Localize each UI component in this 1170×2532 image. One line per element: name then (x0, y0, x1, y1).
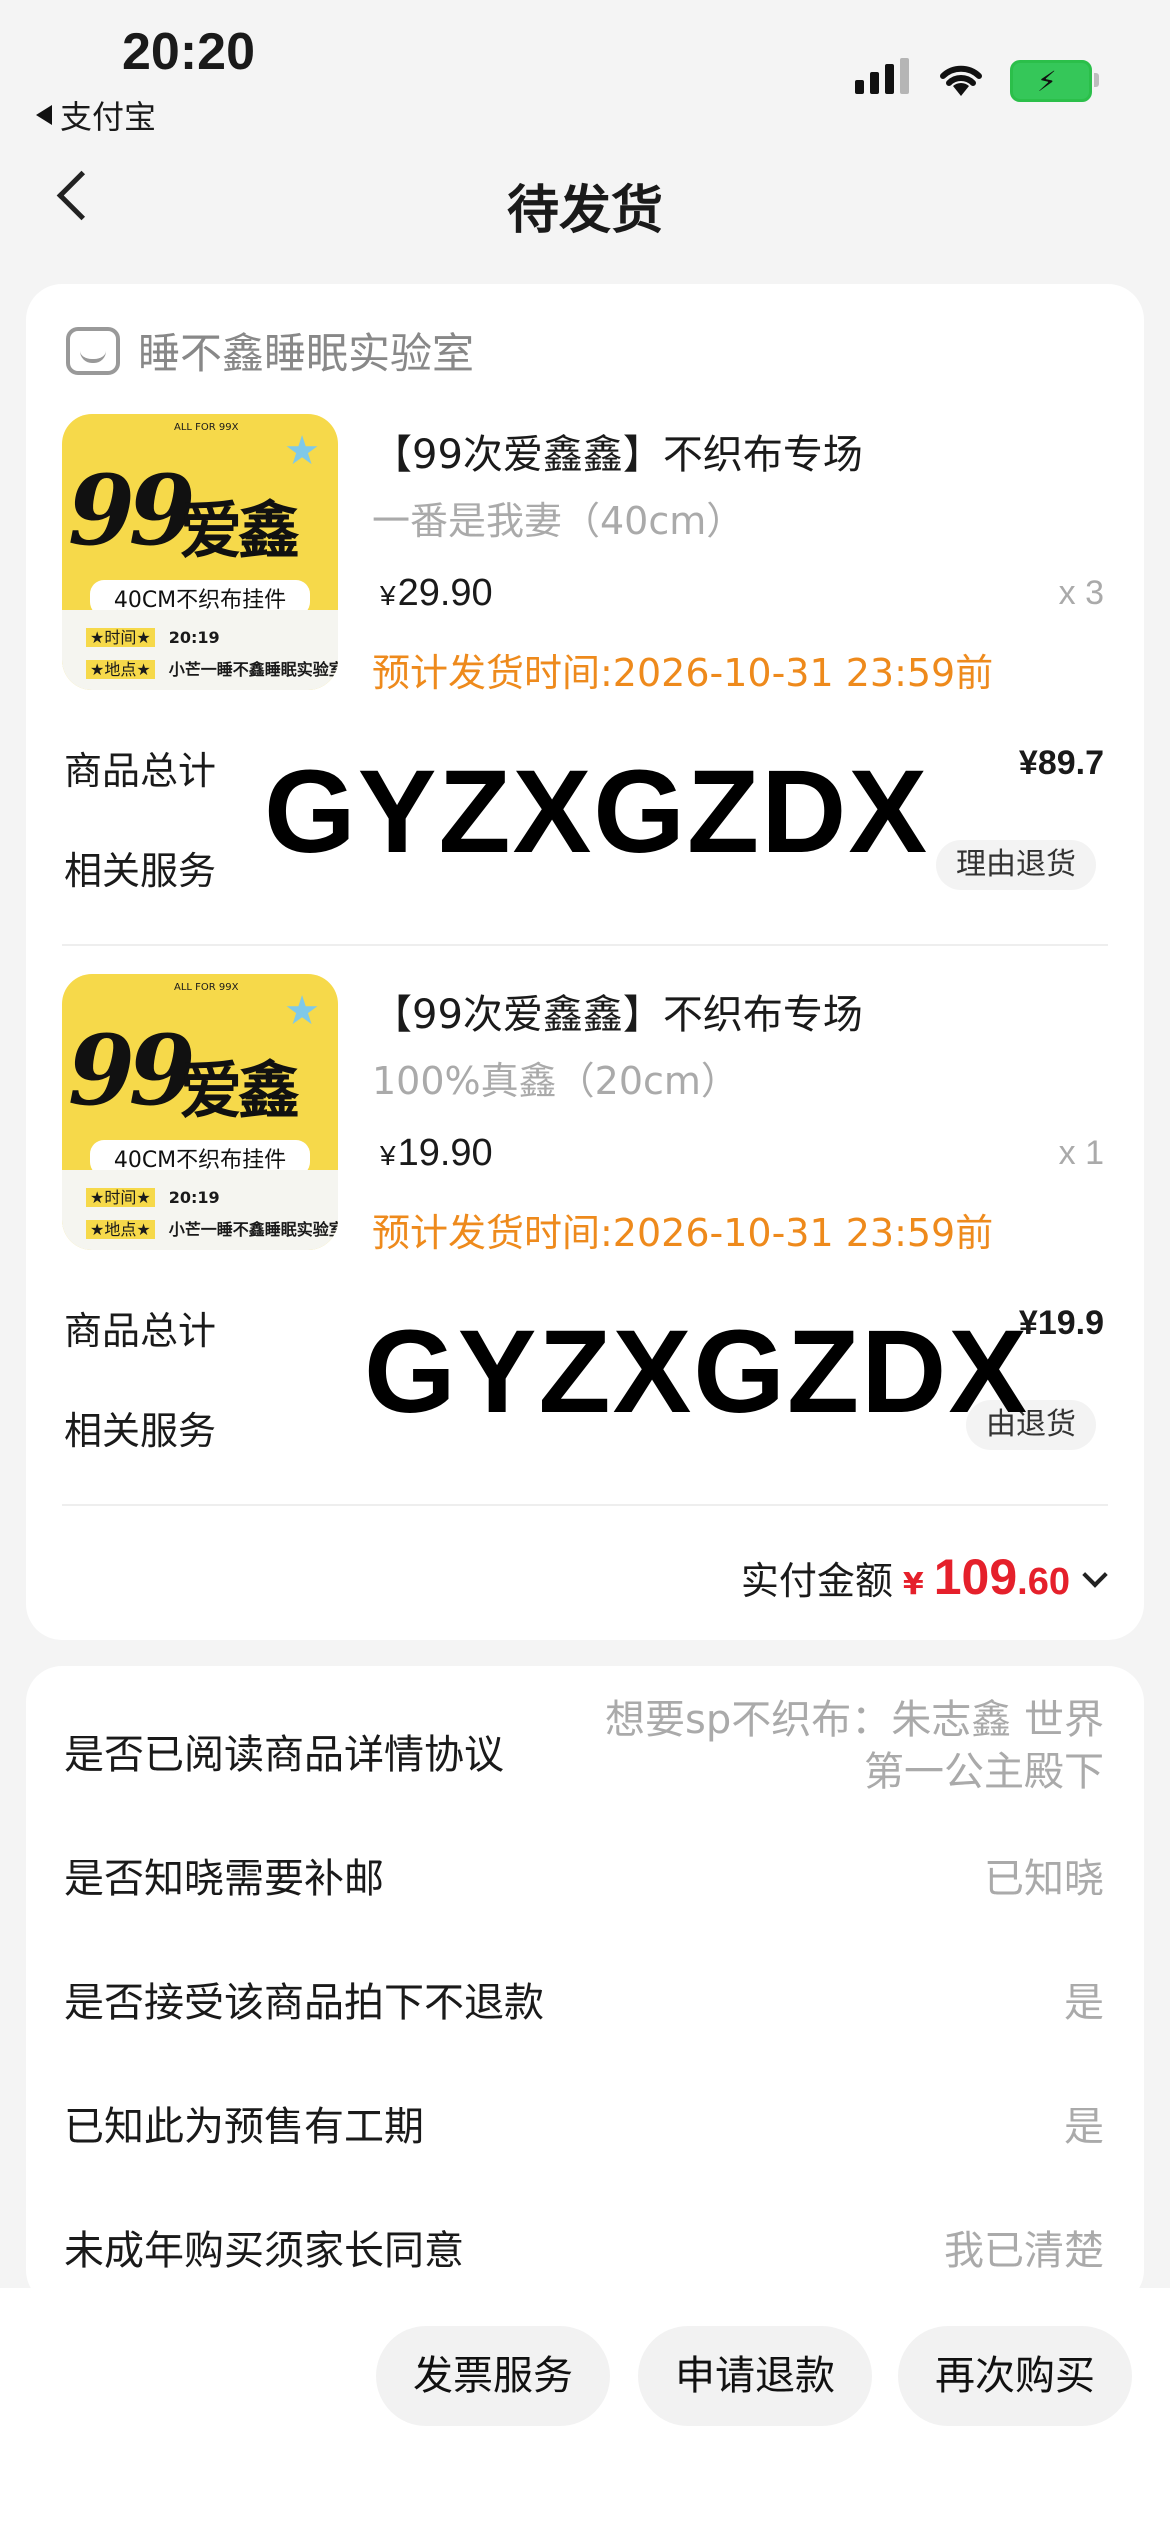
thumb-info: ★时间★ 20:19 ★地点★ 小芒一睡不鑫睡眠实验室 (62, 610, 338, 690)
thumb-tag: ALL FOR 99X (174, 422, 239, 433)
nav-bar: 待发货 (0, 150, 1170, 260)
product-qty: x 3 (1058, 574, 1104, 612)
note-answer: 已知晓 (984, 1856, 1104, 1902)
product-thumbnail[interactable]: ALL FOR 99X 99 爱鑫鑫 ★ 40CM不织布挂件 ★时间★20:19… (62, 414, 338, 690)
bottom-action-bar: 发票服务 申请退款 再次购买 (0, 2288, 1170, 2532)
ship-time: 预计发货时间:2026-10-31 23:59前 (372, 1211, 994, 1255)
thumb-time-label: ★时间★ (86, 1188, 155, 1207)
refund-button[interactable]: 申请退款 (638, 2326, 872, 2426)
thumb-time-value: 20:19 (168, 1188, 220, 1207)
star-icon: ★ (284, 428, 320, 474)
product-thumbnail[interactable]: ALL FOR 99X 99 爱鑫鑫 ★ 40CM不织布挂件 ★时间★20:19… (62, 974, 338, 1250)
subtotal-value: ¥19.9 (1018, 1304, 1104, 1342)
thumb-big-text: 99 (68, 454, 196, 567)
total-label: 实付金额 (740, 1559, 893, 1603)
order-card: 睡不鑫睡眠实验室 ALL FOR 99X 99 爱鑫鑫 ★ 40CM不织布挂件 … (26, 284, 1144, 1640)
total-decimal: .60 (1017, 1561, 1070, 1603)
note-answer: 我已清楚 (944, 2228, 1104, 2274)
subtotal-label: 商品总计 (64, 749, 217, 793)
product-title: 【99次爱鑫鑫】不织布专场 (372, 992, 863, 1038)
divider (62, 1504, 1108, 1506)
star-icon: ★ (284, 988, 320, 1034)
wifi-icon (940, 65, 982, 96)
thumb-place-value: 小芒一睡不鑫睡眠实验室 (168, 660, 338, 679)
battery-icon: ⚡ (1010, 60, 1099, 102)
shop-header[interactable]: 睡不鑫睡眠实验室 (66, 320, 474, 381)
shop-icon (66, 326, 120, 375)
order-notes-card: 是否已阅读商品详情协议 想要sp不织布：朱志鑫 世界第一公主殿下 是否知晓需要补… (26, 1666, 1144, 2306)
ship-time: 预计发货时间:2026-10-31 23:59前 (372, 651, 994, 695)
subtotal-label: 商品总计 (64, 1309, 217, 1353)
service-chip[interactable]: 理由退货 (936, 840, 1096, 890)
price-currency: ¥ (380, 580, 396, 611)
thumb-place-label: ★地点★ (86, 1220, 155, 1239)
thumb-info: ★时间★ 20:19 ★地点★ 小芒一睡不鑫睡眠实验室 (62, 1170, 338, 1250)
total-currency: ¥ (902, 1567, 924, 1602)
note-question: 是否接受该商品拍下不退款 (64, 1980, 544, 2026)
divider (62, 944, 1108, 946)
status-bar: 20:20 支付宝 ⚡ (0, 0, 1170, 140)
note-answer: 是 (1064, 1980, 1104, 2026)
thumb-place-value: 小芒一睡不鑫睡眠实验室 (168, 1220, 338, 1239)
note-question: 已知此为预售有工期 (64, 2104, 424, 2150)
invoice-button[interactable]: 发票服务 (376, 2326, 610, 2426)
page-title: 待发货 (506, 181, 663, 241)
back-triangle-icon (36, 105, 52, 125)
shop-name: 睡不鑫睡眠实验室 (138, 329, 475, 378)
note-answer: 是 (1064, 2104, 1104, 2150)
service-label: 相关服务 (64, 1409, 217, 1453)
status-time: 20:20 (122, 23, 255, 81)
price-value: 19.90 (397, 1132, 493, 1174)
back-app-label: 支付宝 (60, 98, 157, 136)
product-title: 【99次爱鑫鑫】不织布专场 (372, 432, 863, 478)
price-currency: ¥ (380, 1140, 396, 1171)
note-question: 未成年购买须家长同意 (64, 2228, 464, 2274)
thumb-time-value: 20:19 (168, 628, 220, 647)
thumb-time-label: ★时间★ (86, 628, 155, 647)
price-value: 29.90 (397, 572, 493, 614)
note-answer: 想要sp不织布：朱志鑫 世界第一公主殿下 (605, 1697, 1104, 1795)
subtotal-value: ¥89.7 (1018, 744, 1104, 782)
product-variant: 一番是我妻（40cm） (372, 499, 745, 543)
total-paid[interactable]: 实付金额 ¥ 109 .60 (740, 1548, 1108, 1606)
total-integer: 109 (933, 1549, 1018, 1605)
thumb-tag: ALL FOR 99X (174, 982, 239, 993)
note-question: 是否已阅读商品详情协议 (64, 1732, 504, 1778)
rebuy-button[interactable]: 再次购买 (898, 2326, 1132, 2426)
service-label: 相关服务 (64, 849, 217, 893)
chevron-down-icon (1082, 1562, 1108, 1588)
cellular-signal-icon (855, 58, 909, 94)
thumb-big-text: 99 (68, 1014, 196, 1127)
thumb-place-label: ★地点★ (86, 660, 155, 679)
product-qty: x 1 (1058, 1134, 1104, 1172)
product-price: ¥19.90 (380, 1132, 493, 1175)
overlay-watermark-text: GYZXGZDX (364, 1306, 1030, 1438)
back-to-app-link[interactable]: 支付宝 (36, 92, 156, 138)
overlay-watermark-text: GYZXGZDX (264, 746, 930, 878)
note-question: 是否知晓需要补邮 (64, 1856, 384, 1902)
product-price: ¥29.90 (380, 572, 493, 615)
product-variant: 100%真鑫（20cm） (372, 1059, 739, 1103)
